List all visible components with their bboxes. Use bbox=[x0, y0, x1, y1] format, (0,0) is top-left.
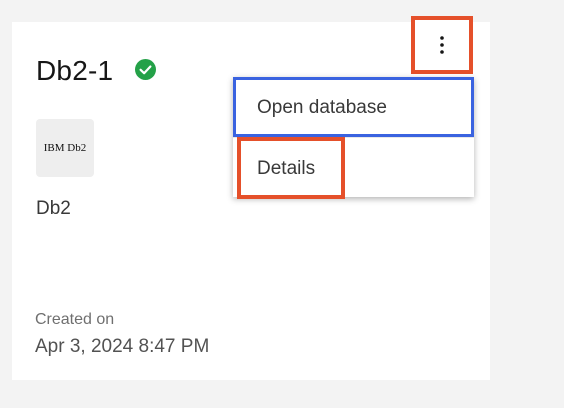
overflow-menu-button[interactable] bbox=[411, 16, 473, 74]
overflow-menu: Open database Details bbox=[233, 77, 474, 199]
service-type: Db2 bbox=[36, 198, 71, 219]
card-title: Db2-1 bbox=[36, 55, 114, 86]
menu-item-open-database[interactable]: Open database bbox=[233, 77, 474, 137]
checkmark-filled-icon bbox=[135, 59, 156, 80]
created-label: Created on bbox=[35, 311, 115, 328]
created-value: Apr 3, 2024 8:47 PM bbox=[35, 336, 210, 357]
menu-item-details[interactable]: Details bbox=[233, 137, 474, 199]
instance-card: Db2-1 IBM Db2 Db2 Created on Apr 3, 2024… bbox=[12, 22, 490, 380]
overflow-menu-vertical-icon bbox=[440, 36, 444, 54]
service-logo: IBM Db2 bbox=[36, 119, 94, 177]
menu-item-label: Open database bbox=[257, 97, 387, 118]
logo-text: IBM Db2 bbox=[43, 142, 87, 154]
menu-item-label: Details bbox=[257, 158, 316, 179]
